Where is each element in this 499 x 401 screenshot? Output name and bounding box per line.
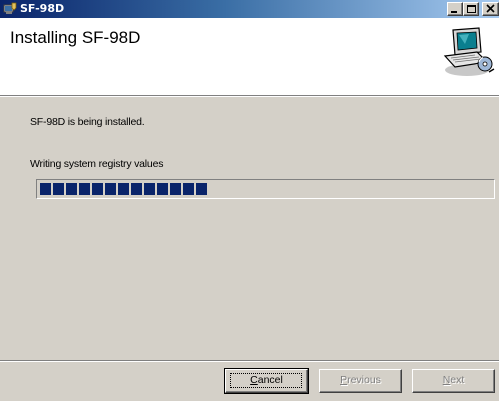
window-title: SF-98D	[20, 2, 65, 15]
progress-block	[131, 183, 142, 195]
progress-block	[53, 183, 64, 195]
progress-block	[105, 183, 116, 195]
maximize-icon	[467, 5, 476, 13]
progress-fill	[40, 183, 207, 195]
cancel-button[interactable]: Cancel	[224, 368, 309, 394]
progress-block	[144, 183, 155, 195]
close-button[interactable]	[482, 2, 499, 16]
progress-block	[170, 183, 181, 195]
header-banner: Installing SF-98D	[0, 18, 499, 95]
installer-icon	[3, 2, 17, 14]
maximize-button[interactable]	[463, 2, 479, 16]
previous-label: Previous	[340, 374, 381, 386]
progress-block	[79, 183, 90, 195]
page-title: Installing SF-98D	[10, 28, 141, 47]
current-action-text: Writing system registry values	[30, 158, 164, 170]
progress-block	[183, 183, 194, 195]
previous-button[interactable]: Previous	[319, 369, 402, 393]
progress-block	[118, 183, 129, 195]
header-separator	[0, 95, 499, 97]
progress-block	[40, 183, 51, 195]
computer-setup-icon	[443, 27, 495, 76]
close-icon	[486, 4, 495, 13]
minimize-button[interactable]	[447, 2, 463, 16]
cancel-label: Cancel	[250, 374, 283, 386]
title-bar[interactable]: SF-98D	[0, 0, 499, 18]
install-progress-bar	[36, 179, 495, 199]
progress-block	[66, 183, 77, 195]
footer-separator	[0, 360, 499, 362]
next-label: Next	[442, 374, 465, 386]
minimize-icon	[451, 11, 457, 13]
installer-window: SF-98D Installing SF-98D SF-98D is being…	[0, 0, 499, 401]
progress-block	[157, 183, 168, 195]
next-button[interactable]: Next	[412, 369, 495, 393]
progress-block	[92, 183, 103, 195]
progress-block	[196, 183, 207, 195]
install-status-text: SF-98D is being installed.	[30, 116, 145, 128]
